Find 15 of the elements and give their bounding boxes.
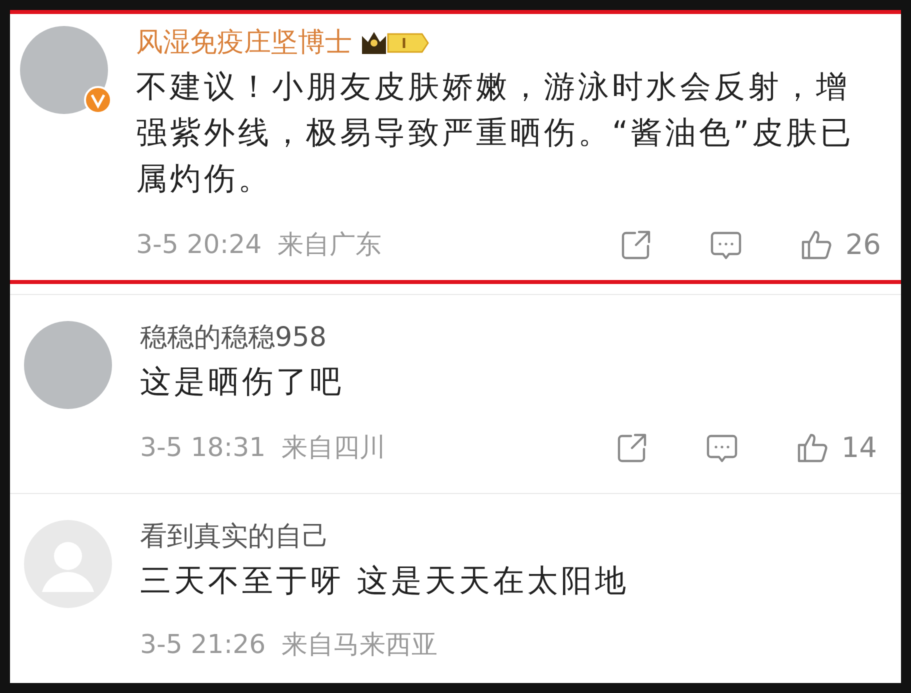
like-count: 26	[845, 227, 881, 263]
comment-time: 3-5 18:31	[140, 432, 266, 464]
comment-text: 不建议！小朋友皮肤娇嫩，游泳时水会反射，增强紫外线，极易导致严重晒伤。“酱油色”皮肤已属灼伤。	[136, 68, 856, 199]
thumbs-up-icon[interactable]	[795, 431, 830, 465]
comment-time: 3-5 21:26	[140, 629, 266, 662]
comment-location: 来自四川	[282, 432, 386, 464]
username[interactable]: 看到真实的自己	[140, 520, 329, 554]
thumbs-up-icon[interactable]	[799, 228, 834, 262]
like-count: 14	[841, 430, 877, 466]
comment-time: 3-5 20:24	[136, 228, 262, 262]
username[interactable]: 稳稳的稳稳958	[140, 321, 327, 355]
comment-text: 三天不至于呀 这是天天在太阳地	[140, 562, 630, 601]
comment-text: 这是晒伤了吧	[140, 363, 345, 402]
comment-location: 来自广东	[278, 228, 382, 262]
comment-location: 来自马来西亚	[282, 629, 438, 662]
